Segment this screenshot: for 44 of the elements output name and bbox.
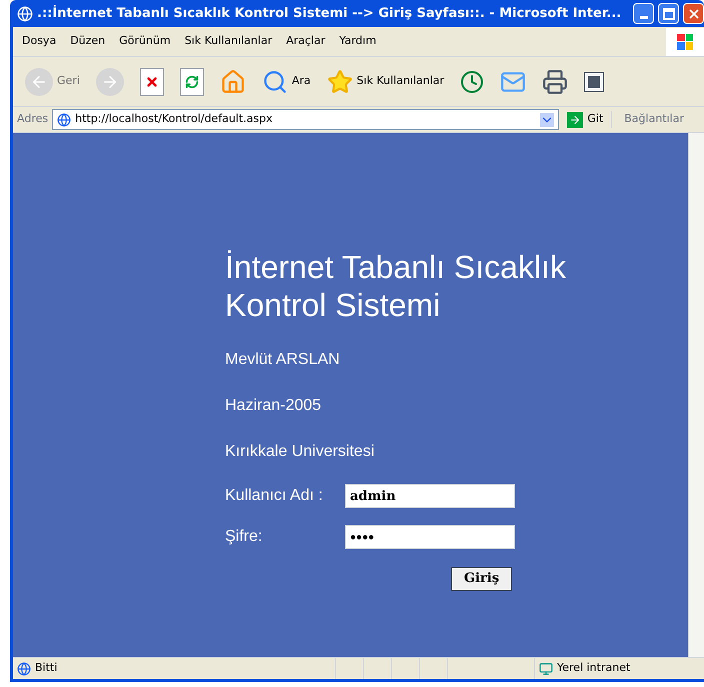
- arrow-icon: [569, 114, 582, 126]
- favorites-button[interactable]: Sık Kullanılanlar: [322, 64, 448, 100]
- page-heading: İnternet Tabanlı Sıcaklık Kontrol Sistemi: [225, 248, 567, 324]
- document-icon: [584, 72, 604, 92]
- scrollbar[interactable]: [688, 133, 704, 657]
- printer-icon: [542, 68, 568, 94]
- window-title: .::İnternet Tabanlı Sıcaklık Kontrol Sistemi --> Giriş Sayfası::. - Microsoft Inter...: [37, 4, 622, 23]
- address-field[interactable]: http://localhost/Kontrol/default.aspx: [52, 109, 560, 130]
- address-label: Adres: [17, 111, 48, 128]
- author-name: Mevlüt ARSLAN: [225, 350, 340, 370]
- menu-item[interactable]: Düzen: [65, 33, 110, 50]
- home-icon: [220, 68, 246, 94]
- maximize-button[interactable]: [658, 3, 679, 24]
- username-field[interactable]: admin: [345, 484, 515, 508]
- refresh-icon: [180, 68, 204, 96]
- username-label: Kullanıcı Adı :: [225, 486, 324, 506]
- password-label: Şifre:: [225, 527, 264, 547]
- links-label: Bağlantılar: [611, 111, 700, 128]
- page-icon: [57, 112, 72, 126]
- menu-item[interactable]: Araçlar: [281, 33, 330, 50]
- go-button[interactable]: Git: [563, 111, 608, 128]
- search-button[interactable]: Ara: [258, 64, 315, 100]
- browser-icon: [17, 6, 33, 22]
- status-text: Bitti: [35, 660, 58, 676]
- menu-item[interactable]: Dosya: [17, 33, 62, 50]
- search-icon: [262, 68, 288, 94]
- flag-logo-icon: [666, 28, 704, 56]
- star-icon: [326, 68, 353, 94]
- page-icon: [17, 662, 31, 676]
- close-button[interactable]: [683, 3, 704, 24]
- zone-text: Yerel intranet: [557, 660, 630, 676]
- network-icon: [539, 662, 553, 676]
- dropdown-icon: [540, 112, 554, 126]
- password-field[interactable]: ●●●●: [345, 525, 515, 549]
- university-name: Kırıkkale Universitesi: [225, 442, 374, 462]
- menu-item[interactable]: Yardım: [334, 33, 382, 50]
- menu-item[interactable]: Sık Kullanılanlar: [180, 33, 278, 50]
- close-icon: [686, 6, 700, 20]
- menu-item[interactable]: Görünüm: [114, 33, 176, 50]
- clock-icon: [460, 70, 484, 94]
- login-button[interactable]: Giriş: [451, 567, 512, 591]
- close-icon: [140, 68, 164, 96]
- minimize-button[interactable]: [633, 3, 654, 24]
- date-text: Haziran-2005: [225, 396, 322, 416]
